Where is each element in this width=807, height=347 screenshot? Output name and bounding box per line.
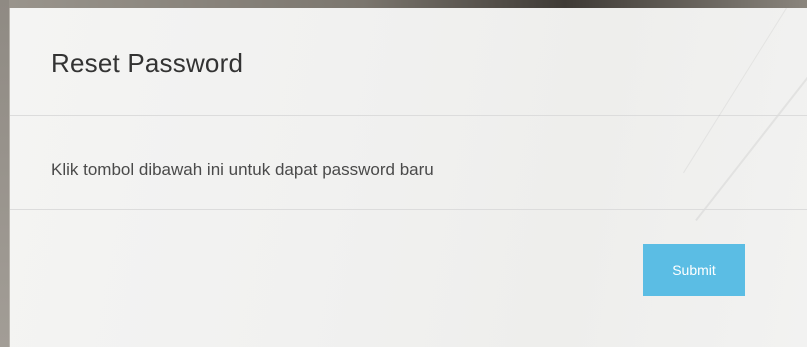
modal-message: Klik tombol dibawah ini untuk dapat pass… [51,160,434,179]
reset-password-modal: Reset Password Klik tombol dibawah ini u… [9,8,807,347]
modal-footer: Submit [10,210,807,347]
submit-button[interactable]: Submit [643,244,745,296]
modal-body: Klik tombol dibawah ini untuk dapat pass… [10,116,807,210]
modal-header: Reset Password [10,8,807,116]
modal-title: Reset Password [51,48,244,78]
background-photo-edge-left [0,0,9,347]
